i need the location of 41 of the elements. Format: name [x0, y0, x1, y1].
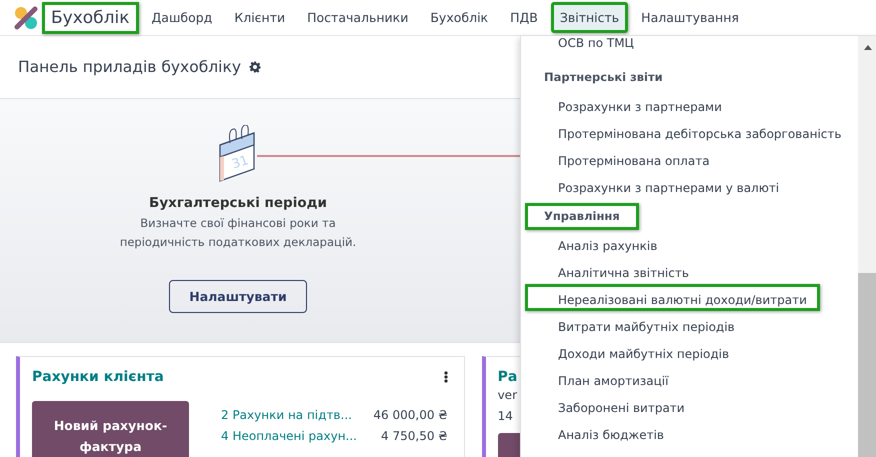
- dropdown-item[interactable]: Доходи майбутніх періодів: [525, 338, 742, 365]
- amount-text: 4 750,50 ₴: [381, 428, 448, 445]
- step-description: Визначте свої фінансові роки та періодичність податкових декларацій.: [118, 215, 358, 251]
- summary-link[interactable]: 2 Рахунки на підтв...: [221, 405, 352, 426]
- amount-text: 46 000,00 ₴: [373, 407, 448, 424]
- menu-item[interactable]: Постачальники: [298, 2, 418, 33]
- dropdown-item[interactable]: План амортизації: [525, 365, 682, 392]
- menu-item[interactable]: Бухоблік: [421, 2, 498, 33]
- card-title[interactable]: Рахунки клієнта: [32, 369, 164, 385]
- menu-section-header: Управління: [525, 203, 639, 230]
- menu-section-header: Партнерські звіти: [543, 69, 664, 86]
- dropdown-item[interactable]: Аналіз рахунків: [525, 230, 670, 257]
- dropdown-item[interactable]: Протермінована оплата: [525, 145, 723, 172]
- menu-item[interactable]: ПДВ: [501, 2, 547, 33]
- dropdown-item[interactable]: Протермінована дебіторська заборгованість: [525, 118, 854, 145]
- app-name-link[interactable]: Бухоблік: [42, 2, 139, 34]
- dropdown-item[interactable]: Розрахунки з партнерами: [525, 91, 735, 118]
- card-text: ver: [498, 387, 517, 404]
- dropdown-item[interactable]: Нереалізовані валютні доходи/витрати: [525, 284, 820, 311]
- card-text: 14: [498, 408, 513, 425]
- menu-item[interactable]: Налаштування: [632, 2, 748, 33]
- new-invoice-button[interactable]: Новий рахунок-фактура: [32, 401, 189, 457]
- logo-icon[interactable]: [14, 6, 38, 30]
- scrollbar[interactable]: [858, 36, 876, 457]
- scroll-up-arrow-icon[interactable]: [864, 44, 872, 50]
- setup-button[interactable]: Налаштувати: [169, 280, 307, 313]
- settings-icon[interactable]: [249, 61, 262, 73]
- kebab-menu-icon[interactable]: [444, 371, 448, 383]
- dropdown-item[interactable]: Аналіз бюджетів: [525, 419, 677, 446]
- dropdown-item[interactable]: Аналітична звітність: [525, 257, 702, 284]
- summary-link[interactable]: 4 Неоплачені рахун...: [221, 426, 357, 447]
- dropdown-item[interactable]: Розрахунки з партнерами у валюті: [525, 172, 792, 199]
- menu-item[interactable]: Клієнти: [225, 2, 294, 33]
- dropdown-item[interactable]: ОСВ по ТМЦ: [525, 36, 647, 56]
- dropdown-item[interactable]: Витрати майбутніх періодів: [525, 311, 748, 338]
- menu-item[interactable]: Дашборд: [142, 2, 222, 33]
- step-title: Бухгалтерські періоди: [149, 195, 327, 211]
- card-title[interactable]: Ра: [498, 369, 518, 385]
- menu-item[interactable]: Звітність: [550, 2, 628, 33]
- dropdown-item[interactable]: Заборонені витрати: [525, 392, 698, 419]
- page-title: Панель приладів бухобліку: [18, 58, 242, 76]
